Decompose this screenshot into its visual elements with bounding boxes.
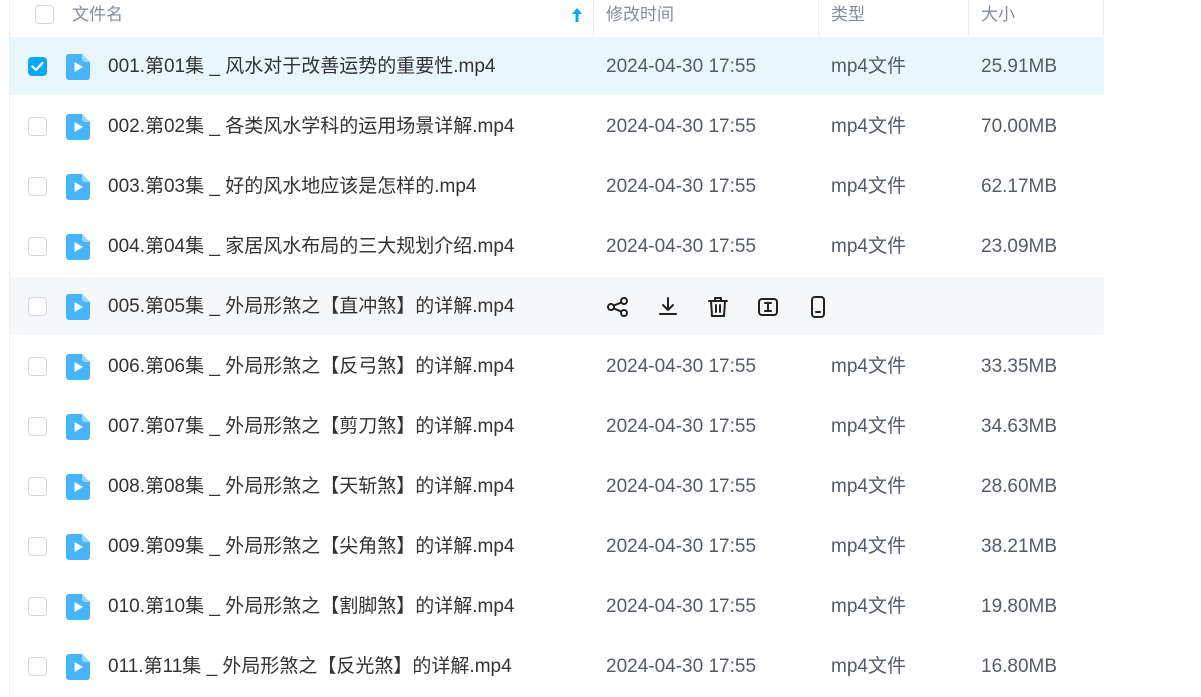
file-type: mp4文件 <box>831 236 906 257</box>
file-row[interactable]: 006.第06集 _ 外局形煞之【反弓煞】的详解.mp4 2024-04-30 1… <box>10 337 1104 395</box>
file-name[interactable]: 006.第06集 _ 外局形煞之【反弓煞】的详解.mp4 <box>108 337 514 395</box>
sort-up-arrow-icon[interactable] <box>571 7 583 23</box>
mobile-icon[interactable] <box>806 295 830 319</box>
row-checkbox[interactable] <box>28 417 47 436</box>
share-icon[interactable] <box>606 295 630 319</box>
delete-icon[interactable] <box>706 295 730 319</box>
video-file-icon <box>66 354 90 380</box>
column-header-type[interactable]: 类型 <box>831 0 865 31</box>
video-file-icon <box>66 54 90 80</box>
row-checkbox[interactable] <box>28 657 47 676</box>
file-type: mp4文件 <box>831 596 906 617</box>
row-checkbox[interactable] <box>28 177 47 196</box>
row-checkbox[interactable] <box>28 597 47 616</box>
video-file-icon <box>66 114 90 140</box>
column-separator <box>818 0 819 36</box>
column-separator <box>1103 0 1104 36</box>
modified-time: 2024-04-30 17:55 <box>606 356 757 377</box>
row-checkbox[interactable] <box>28 57 47 76</box>
column-separator <box>593 0 594 36</box>
modified-time: 2024-04-30 17:55 <box>606 416 757 437</box>
file-name[interactable]: 007.第07集 _ 外局形煞之【剪刀煞】的详解.mp4 <box>108 397 514 455</box>
file-name[interactable]: 009.第09集 _ 外局形煞之【尖角煞】的详解.mp4 <box>108 517 514 575</box>
download-icon[interactable] <box>656 295 680 319</box>
file-name[interactable]: 008.第08集 _ 外局形煞之【天斩煞】的详解.mp4 <box>108 457 514 515</box>
file-name[interactable]: 004.第04集 _ 家居风水布局的三大规划介绍.mp4 <box>108 217 514 275</box>
file-list: 文件名 修改时间 类型 大小 001.第01集 _ 风水对于改善运势的重要性.m… <box>0 0 1201 696</box>
file-size: 62.17MB <box>981 176 1058 197</box>
video-file-icon <box>66 594 90 620</box>
file-name[interactable]: 003.第03集 _ 好的风水地应该是怎样的.mp4 <box>108 157 476 215</box>
file-row[interactable]: 007.第07集 _ 外局形煞之【剪刀煞】的详解.mp4 2024-04-30 1… <box>10 397 1104 455</box>
video-file-icon <box>66 534 90 560</box>
select-all-checkbox[interactable] <box>35 5 54 24</box>
file-size: 34.63MB <box>981 416 1058 437</box>
row-checkbox[interactable] <box>28 117 47 136</box>
file-type: mp4文件 <box>831 116 906 137</box>
file-size: 23.09MB <box>981 236 1058 257</box>
rename-icon[interactable] <box>756 295 780 319</box>
row-checkbox[interactable] <box>28 297 47 316</box>
row-checkbox[interactable] <box>28 357 47 376</box>
file-row[interactable]: 011.第11集 _ 外局形煞之【反光煞】的详解.mp4 2024-04-30 1… <box>10 637 1104 695</box>
column-header-filename[interactable]: 文件名 <box>72 0 123 31</box>
file-type: mp4文件 <box>831 356 906 377</box>
file-size: 38.21MB <box>981 536 1058 557</box>
file-row[interactable]: 001.第01集 _ 风水对于改善运势的重要性.mp4 2024-04-30 17… <box>10 37 1104 95</box>
file-row[interactable]: 005.第05集 _ 外局形煞之【直冲煞】的详解.mp4 <box>10 277 1104 335</box>
file-type: mp4文件 <box>831 656 906 677</box>
file-row[interactable]: 010.第10集 _ 外局形煞之【割脚煞】的详解.mp4 2024-04-30 1… <box>10 577 1104 635</box>
row-checkbox[interactable] <box>28 237 47 256</box>
modified-time: 2024-04-30 17:55 <box>606 176 757 197</box>
video-file-icon <box>66 654 90 680</box>
file-type: mp4文件 <box>831 56 906 77</box>
row-checkbox[interactable] <box>28 477 47 496</box>
file-size: 28.60MB <box>981 476 1058 497</box>
list-header: 文件名 修改时间 类型 大小 <box>10 0 1104 36</box>
video-file-icon <box>66 234 90 260</box>
file-type: mp4文件 <box>831 536 906 557</box>
file-row[interactable]: 004.第04集 _ 家居风水布局的三大规划介绍.mp4 2024-04-30 1… <box>10 217 1104 275</box>
column-header-size[interactable]: 大小 <box>981 0 1015 31</box>
file-size: 33.35MB <box>981 356 1058 377</box>
file-size: 16.80MB <box>981 656 1058 677</box>
file-size: 25.91MB <box>981 56 1058 77</box>
modified-time: 2024-04-30 17:55 <box>606 536 757 557</box>
file-row[interactable]: 008.第08集 _ 外局形煞之【天斩煞】的详解.mp4 2024-04-30 1… <box>10 457 1104 515</box>
video-file-icon <box>66 294 90 320</box>
video-file-icon <box>66 414 90 440</box>
video-file-icon <box>66 174 90 200</box>
file-size: 70.00MB <box>981 116 1058 137</box>
modified-time: 2024-04-30 17:55 <box>606 476 757 497</box>
file-name[interactable]: 001.第01集 _ 风水对于改善运势的重要性.mp4 <box>108 37 495 95</box>
file-name[interactable]: 011.第11集 _ 外局形煞之【反光煞】的详解.mp4 <box>108 637 512 695</box>
modified-time: 2024-04-30 17:55 <box>606 56 757 77</box>
modified-time: 2024-04-30 17:55 <box>606 596 757 617</box>
file-type: mp4文件 <box>831 176 906 197</box>
file-type: mp4文件 <box>831 476 906 497</box>
file-name[interactable]: 010.第10集 _ 外局形煞之【割脚煞】的详解.mp4 <box>108 577 514 635</box>
file-name[interactable]: 005.第05集 _ 外局形煞之【直冲煞】的详解.mp4 <box>108 277 514 335</box>
modified-time: 2024-04-30 17:55 <box>606 116 757 137</box>
file-name[interactable]: 002.第02集 _ 各类风水学科的运用场景详解.mp4 <box>108 97 514 155</box>
row-checkbox[interactable] <box>28 537 47 556</box>
file-type: mp4文件 <box>831 416 906 437</box>
file-row[interactable]: 002.第02集 _ 各类风水学科的运用场景详解.mp4 2024-04-30 1… <box>10 97 1104 155</box>
file-row[interactable]: 009.第09集 _ 外局形煞之【尖角煞】的详解.mp4 2024-04-30 1… <box>10 517 1104 575</box>
column-separator <box>968 0 969 36</box>
video-file-icon <box>66 474 90 500</box>
file-row[interactable]: 003.第03集 _ 好的风水地应该是怎样的.mp4 2024-04-30 17:… <box>10 157 1104 215</box>
column-header-modified[interactable]: 修改时间 <box>606 0 674 31</box>
modified-time: 2024-04-30 17:55 <box>606 236 757 257</box>
modified-time: 2024-04-30 17:55 <box>606 656 757 677</box>
file-size: 19.80MB <box>981 596 1058 617</box>
